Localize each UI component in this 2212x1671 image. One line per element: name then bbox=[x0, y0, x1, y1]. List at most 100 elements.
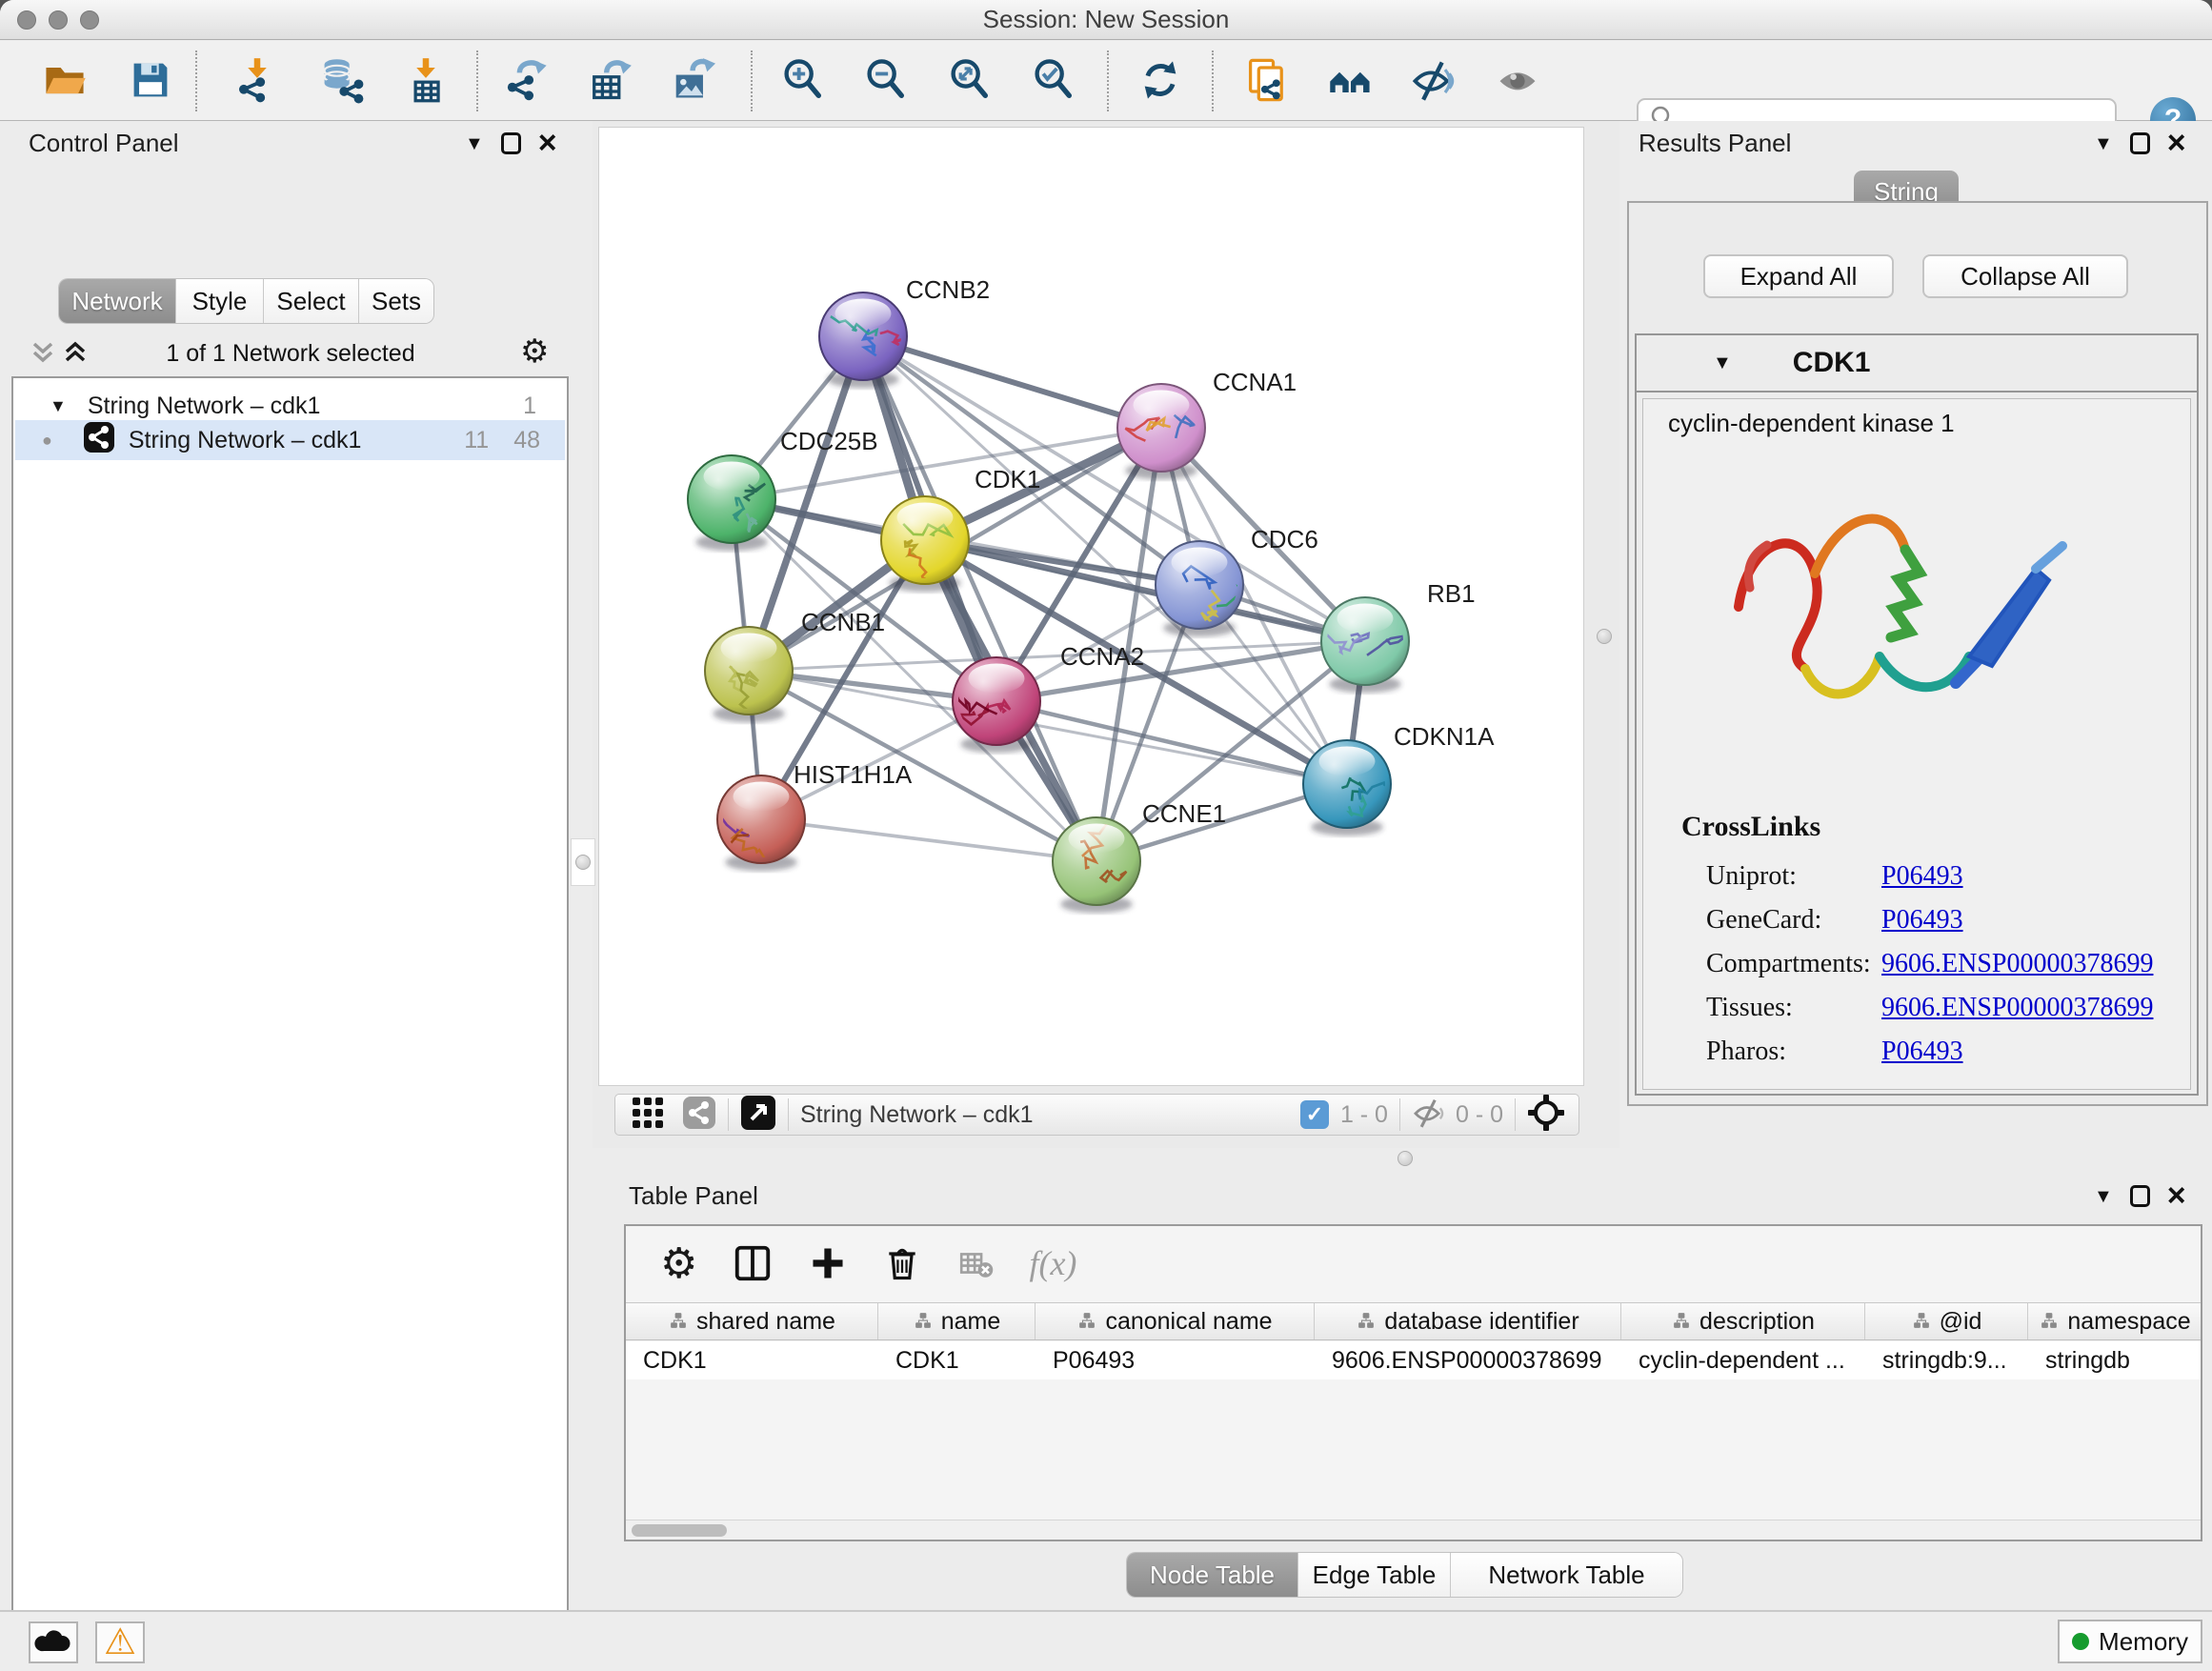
open-session-button[interactable] bbox=[41, 58, 89, 106]
tab-sets[interactable]: Sets bbox=[359, 279, 433, 323]
selected-checkbox[interactable]: ✓ bbox=[1300, 1100, 1329, 1129]
warnings-button[interactable]: ⚠ bbox=[95, 1621, 145, 1663]
table-cell[interactable]: CDK1 bbox=[878, 1341, 1036, 1379]
crosslink-label: Tissues: bbox=[1706, 993, 1881, 1023]
column-tree-icon bbox=[1356, 1308, 1377, 1336]
collapse-panel-icon[interactable]: ▼ bbox=[2094, 1187, 2113, 1206]
import-network-database-button[interactable] bbox=[317, 58, 365, 106]
column-header-id[interactable]: @id bbox=[1865, 1303, 2028, 1339]
left-splitter-handle[interactable] bbox=[575, 855, 591, 870]
tab-node-table[interactable]: Node Table bbox=[1127, 1553, 1298, 1597]
birdseye-view-icon[interactable] bbox=[740, 1095, 776, 1136]
selected-counts: 1 - 0 bbox=[1340, 1101, 1388, 1129]
gene-collapse-icon[interactable]: ▼ bbox=[1713, 353, 1732, 372]
clone-network-button[interactable] bbox=[1243, 58, 1291, 106]
horizontal-splitter-handle[interactable] bbox=[1398, 1151, 1413, 1166]
results-panel-title: Results Panel bbox=[1639, 129, 1791, 158]
import-network-file-button[interactable] bbox=[233, 58, 281, 106]
crosslink-link[interactable]: P06493 bbox=[1881, 1037, 1963, 1067]
warning-icon: ⚠ bbox=[104, 1624, 136, 1661]
table-cell[interactable]: CDK1 bbox=[626, 1341, 878, 1379]
collapse-panel-icon[interactable]: ▼ bbox=[465, 134, 484, 153]
minimize-window-button[interactable] bbox=[49, 10, 68, 30]
tab-network-table[interactable]: Network Table bbox=[1451, 1553, 1682, 1597]
first-neighbors-button[interactable] bbox=[1327, 58, 1375, 106]
hidden-eye-slash-icon[interactable] bbox=[1412, 1096, 1446, 1135]
node-table-container: ⚙ f(x) shared namename canonical name data… bbox=[624, 1224, 2202, 1541]
right-splitter-handle[interactable] bbox=[1597, 629, 1612, 644]
save-session-button[interactable] bbox=[127, 58, 174, 106]
float-panel-icon[interactable] bbox=[2130, 1185, 2150, 1207]
zoom-out-button[interactable] bbox=[862, 58, 910, 106]
show-all-button[interactable] bbox=[1494, 58, 1541, 106]
float-panel-icon[interactable] bbox=[2130, 132, 2150, 154]
crosslink-link[interactable]: P06493 bbox=[1881, 905, 1963, 936]
delete-column-trash-icon[interactable] bbox=[882, 1243, 922, 1283]
table-cell[interactable]: cyclin-dependent ... bbox=[1621, 1341, 1865, 1379]
window-controls bbox=[17, 10, 99, 30]
tab-network[interactable]: Network bbox=[59, 279, 176, 323]
tab-edge-table[interactable]: Edge Table bbox=[1298, 1553, 1451, 1597]
svg-text:CCNB2: CCNB2 bbox=[906, 275, 990, 304]
close-panel-icon[interactable]: × bbox=[538, 131, 557, 156]
close-panel-icon[interactable]: × bbox=[2167, 131, 2186, 156]
import-table-button[interactable] bbox=[402, 58, 450, 106]
string-results-box: Expand All Collapse All ▼ CDK1 cyclin-de… bbox=[1627, 201, 2208, 1106]
close-panel-icon[interactable]: × bbox=[2167, 1183, 2186, 1209]
table-cell[interactable]: 9606.ENSP00000378699 bbox=[1315, 1341, 1621, 1379]
show-columns-icon[interactable] bbox=[732, 1242, 774, 1284]
expand-all-button[interactable]: Expand All bbox=[1703, 254, 1894, 298]
network-share-icon[interactable] bbox=[682, 1096, 716, 1135]
column-header-sharedname[interactable]: shared name bbox=[626, 1303, 878, 1339]
zoom-window-button[interactable] bbox=[80, 10, 99, 30]
collection-count: 1 bbox=[523, 393, 536, 420]
column-header-databaseidentifier[interactable]: database identifier bbox=[1315, 1303, 1621, 1339]
zoom-selected-button[interactable] bbox=[1030, 58, 1077, 106]
zoom-fit-button[interactable] bbox=[946, 58, 994, 106]
table-cell[interactable]: stringdb:9... bbox=[1865, 1341, 2028, 1379]
main-toolbar: ? bbox=[0, 41, 2212, 121]
export-table-button[interactable] bbox=[586, 58, 633, 106]
collapse-all-button[interactable]: Collapse All bbox=[1922, 254, 2128, 298]
delete-table-icon[interactable] bbox=[956, 1244, 995, 1282]
cloud-status-button[interactable] bbox=[29, 1621, 78, 1663]
network-graph[interactable]: CCNB2CCNA1CDC25BCDK1CDC6RB1CCNB1CCNA2CDK… bbox=[599, 128, 1585, 1087]
network-canvas[interactable]: CCNB2CCNA1CDC25BCDK1CDC6RB1CCNB1CCNA2CDK… bbox=[598, 127, 1584, 1086]
tab-style[interactable]: Style bbox=[176, 279, 264, 323]
crosslink-link[interactable]: 9606.ENSP00000378699 bbox=[1881, 993, 2153, 1023]
gene-section-header[interactable]: ▼ CDK1 bbox=[1637, 335, 2197, 393]
crosslink-link[interactable]: 9606.ENSP00000378699 bbox=[1881, 949, 2153, 979]
float-panel-icon[interactable] bbox=[501, 132, 521, 154]
column-header-description[interactable]: description bbox=[1621, 1303, 1865, 1339]
network-options-gear-icon[interactable]: ⚙ bbox=[520, 332, 549, 371]
crosshair-icon[interactable] bbox=[1527, 1094, 1565, 1137]
column-header-name[interactable]: name bbox=[878, 1303, 1036, 1339]
tab-select[interactable]: Select bbox=[264, 279, 359, 323]
column-header-label: canonical name bbox=[1105, 1308, 1272, 1336]
column-header-canonicalname[interactable]: canonical name bbox=[1036, 1303, 1315, 1339]
create-column-plus-icon[interactable] bbox=[808, 1243, 848, 1283]
close-window-button[interactable] bbox=[17, 10, 36, 30]
memory-button[interactable]: Memory bbox=[2058, 1620, 2202, 1663]
apply-layout-button[interactable] bbox=[1136, 58, 1184, 106]
table-cell[interactable]: P06493 bbox=[1036, 1341, 1315, 1379]
export-network-button[interactable] bbox=[503, 58, 551, 106]
toolbar-separator bbox=[195, 50, 197, 111]
table-settings-gear-icon[interactable]: ⚙ bbox=[660, 1239, 697, 1288]
crosslink-link[interactable]: P06493 bbox=[1881, 861, 1963, 892]
grid-view-icon[interactable] bbox=[631, 1096, 665, 1135]
table-row[interactable]: CDK1CDK1P064939606.ENSP00000378699cyclin… bbox=[626, 1341, 2201, 1379]
tree-expand-icon[interactable]: ▼ bbox=[50, 396, 67, 416]
column-header-namespace[interactable]: namespace bbox=[2028, 1303, 2201, 1339]
table-horizontal-scrollbar[interactable] bbox=[626, 1520, 2201, 1540]
function-builder-icon[interactable]: f(x) bbox=[1029, 1243, 1076, 1283]
table-cell[interactable]: stringdb bbox=[2028, 1341, 2201, 1379]
gene-details: cyclin-dependent kinase 1 bbox=[1642, 398, 2191, 1090]
results-panel-controls: ▼ × bbox=[2094, 131, 2186, 156]
network-row[interactable]: ● String Network – cdk1 11 48 bbox=[15, 420, 565, 460]
collapse-panel-icon[interactable]: ▼ bbox=[2094, 134, 2113, 153]
zoom-in-button[interactable] bbox=[779, 58, 827, 106]
scrollbar-thumb[interactable] bbox=[632, 1524, 727, 1537]
hide-selected-button[interactable] bbox=[1410, 58, 1458, 106]
export-image-button[interactable] bbox=[668, 58, 715, 106]
